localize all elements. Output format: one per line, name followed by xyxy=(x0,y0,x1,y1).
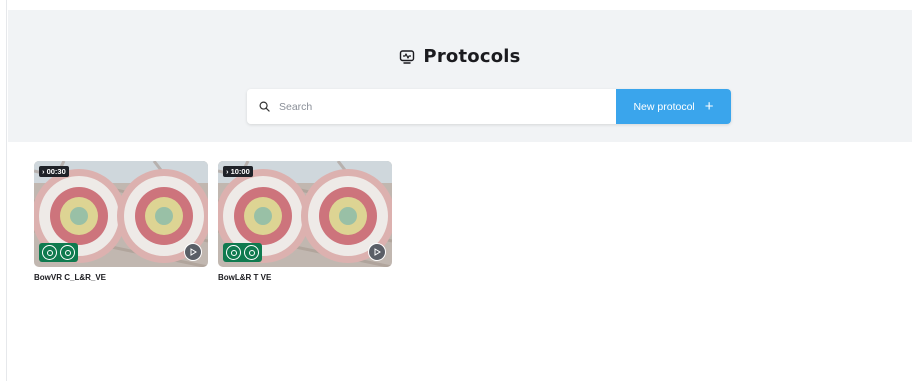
target-icon xyxy=(226,245,241,260)
play-icon xyxy=(190,248,197,256)
target-badges xyxy=(223,243,262,262)
protocol-thumbnail[interactable]: › 00:30 xyxy=(34,161,208,267)
left-sidebar-edge xyxy=(0,0,7,381)
duration-badge: › 00:30 xyxy=(39,166,69,177)
protocol-thumbnail[interactable]: › 10:00 xyxy=(218,161,392,267)
target-icon xyxy=(60,245,75,260)
plus-icon: + xyxy=(704,98,714,115)
target-icon xyxy=(244,245,259,260)
protocol-card[interactable]: › 10:00 BowL&R T VE xyxy=(218,161,392,282)
protocol-name[interactable]: BowVR C_L&R_VE xyxy=(34,273,208,282)
monitor-pulse-icon xyxy=(400,49,415,64)
duration-badge: › 10:00 xyxy=(223,166,253,177)
search-box[interactable] xyxy=(247,89,616,124)
target-badges xyxy=(39,243,78,262)
page-title-text: Protocols xyxy=(423,46,521,67)
target-icon xyxy=(42,245,57,260)
new-protocol-label: New protocol xyxy=(633,100,695,113)
page-title: Protocols xyxy=(8,46,912,67)
search-input[interactable] xyxy=(279,100,579,113)
protocols-page: Protocols New protocol + xyxy=(0,0,912,381)
search-icon xyxy=(259,101,270,112)
page-header: Protocols New protocol + xyxy=(8,10,912,142)
protocol-grid: › 00:30 BowVR C_L&R_VE › 10:00 BowL&R T … xyxy=(34,161,392,282)
search-bar: New protocol + xyxy=(247,89,731,124)
protocol-card[interactable]: › 00:30 BowVR C_L&R_VE xyxy=(34,161,208,282)
play-button[interactable] xyxy=(368,243,386,261)
play-icon xyxy=(374,248,381,256)
play-button[interactable] xyxy=(184,243,202,261)
protocol-name[interactable]: BowL&R T VE xyxy=(218,273,392,282)
new-protocol-button[interactable]: New protocol + xyxy=(616,89,731,124)
